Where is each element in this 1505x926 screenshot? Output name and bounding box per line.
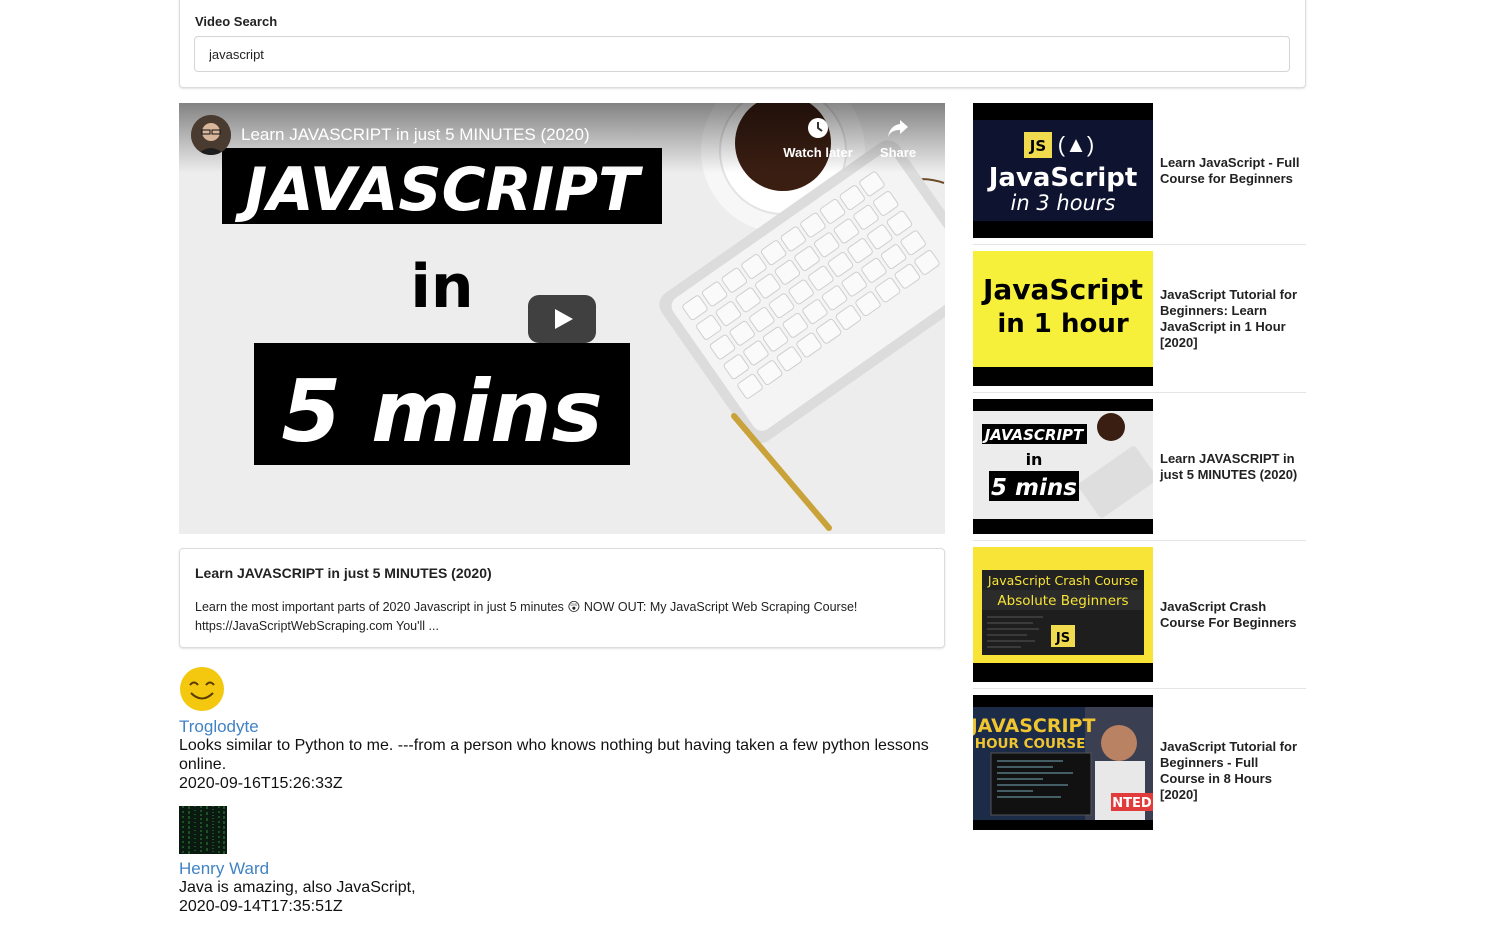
svg-text:5 mins: 5 mins [991, 475, 1077, 501]
comment-author-link[interactable]: Troglodyte [179, 717, 939, 736]
svg-text:in: in [410, 252, 473, 322]
svg-text:in 1 hour: in 1 hour [997, 309, 1128, 339]
video-thumbnail: JS (▲) JavaScript in 3 hours [973, 103, 1153, 238]
search-input[interactable] [194, 36, 1290, 72]
comment-text: Java is amazing, also JavaScript, [179, 879, 416, 896]
video-detail-card: Learn JAVASCRIPT in just 5 MINUTES (2020… [179, 548, 945, 648]
svg-text:NTED: NTED [1112, 796, 1152, 811]
svg-text:JS: JS [1055, 631, 1070, 646]
svg-text:JAVASCRIPT: JAVASCRIPT [982, 426, 1085, 444]
comment-author-link[interactable]: Henry Ward [179, 859, 939, 878]
svg-text:JavaScript Crash Course: JavaScript Crash Course [987, 573, 1139, 588]
share-button[interactable]: Share [863, 117, 933, 160]
comment-text: Looks similar to Python to me. ---from a… [179, 737, 929, 773]
svg-text:Absolute Beginners: Absolute Beginners [997, 593, 1128, 609]
video-thumbnail: JavaScript in 1 hour [973, 251, 1153, 386]
search-label: Video Search [195, 14, 278, 29]
video-detail-title: Learn JAVASCRIPT in just 5 MINUTES (2020… [195, 565, 492, 581]
share-icon [888, 120, 908, 137]
video-list-title[interactable]: JavaScript Tutorial for Beginners - Full… [1160, 739, 1306, 803]
divider [973, 688, 1306, 689]
comment-date: 2020-09-14T17:35:51Z [179, 898, 343, 915]
comment-date: 2020-09-16T15:26:33Z [179, 775, 343, 792]
comment-item: Henry Ward Java is amazing, also JavaScr… [179, 806, 939, 916]
video-thumbnail: JAVASCRIPT in 5 mins [973, 399, 1153, 534]
svg-text:5 mins: 5 mins [281, 362, 602, 462]
svg-text:8 HOUR COURSE: 8 HOUR COURSE [973, 736, 1085, 752]
video-list-item[interactable]: JAVASCRIPT in 5 mins Learn JAVASCRIPT in… [973, 399, 1306, 547]
channel-avatar[interactable] [191, 115, 231, 155]
svg-text:JavaScript: JavaScript [987, 163, 1138, 193]
video-list-item[interactable]: JavaScript Crash Course Absolute Beginne… [973, 547, 1306, 695]
divider [973, 392, 1306, 393]
avatar [179, 806, 227, 854]
divider [973, 244, 1306, 245]
svg-text:in 3 hours: in 3 hours [1011, 191, 1116, 215]
divider [973, 540, 1306, 541]
svg-text:JavaScript: JavaScript [981, 273, 1143, 306]
watch-later-label: Watch later [783, 145, 853, 160]
watch-later-button[interactable]: Watch later [783, 117, 853, 160]
video-thumbnail: JavaScript Crash Course Absolute Beginne… [973, 547, 1153, 682]
svg-text:in: in [1026, 450, 1043, 469]
search-panel: Video Search [179, 0, 1306, 88]
player-title[interactable]: Learn JAVASCRIPT in just 5 MINUTES (2020… [241, 125, 590, 145]
svg-text:(▲): (▲) [1058, 132, 1094, 157]
video-list-title[interactable]: Learn JAVASCRIPT in just 5 MINUTES (2020… [1160, 451, 1306, 483]
video-list-title[interactable]: JavaScript Tutorial for Beginners: Learn… [1160, 287, 1306, 351]
video-list-title[interactable]: JavaScript Crash Course For Beginners [1160, 599, 1306, 631]
video-list-item[interactable]: JS (▲) JavaScript in 3 hours Learn JavaS… [973, 103, 1306, 251]
play-button[interactable] [528, 295, 596, 343]
video-player[interactable]: JAVASCRIPT in 5 mins Learn JAVASCRIPT in… [179, 103, 945, 534]
share-label: Share [879, 145, 917, 160]
svg-text:JS: JS [1029, 137, 1046, 155]
video-list-item[interactable]: JAVASCRIPT 8 HOUR COURSE NTED JavaScript… [973, 695, 1306, 843]
svg-text:JAVASCRIPT: JAVASCRIPT [973, 715, 1095, 737]
video-list-title[interactable]: Learn JavaScript - Full Course for Begin… [1160, 155, 1306, 187]
video-list-item[interactable]: JavaScript in 1 hour JavaScript Tutorial… [973, 251, 1306, 399]
avatar [180, 667, 224, 711]
comment-item: Troglodyte Looks similar to Python to me… [179, 666, 939, 793]
clock-icon [808, 118, 828, 138]
video-thumbnail: JAVASCRIPT 8 HOUR COURSE NTED [973, 695, 1153, 830]
video-detail-description: Learn the most important parts of 2020 J… [195, 600, 858, 633]
